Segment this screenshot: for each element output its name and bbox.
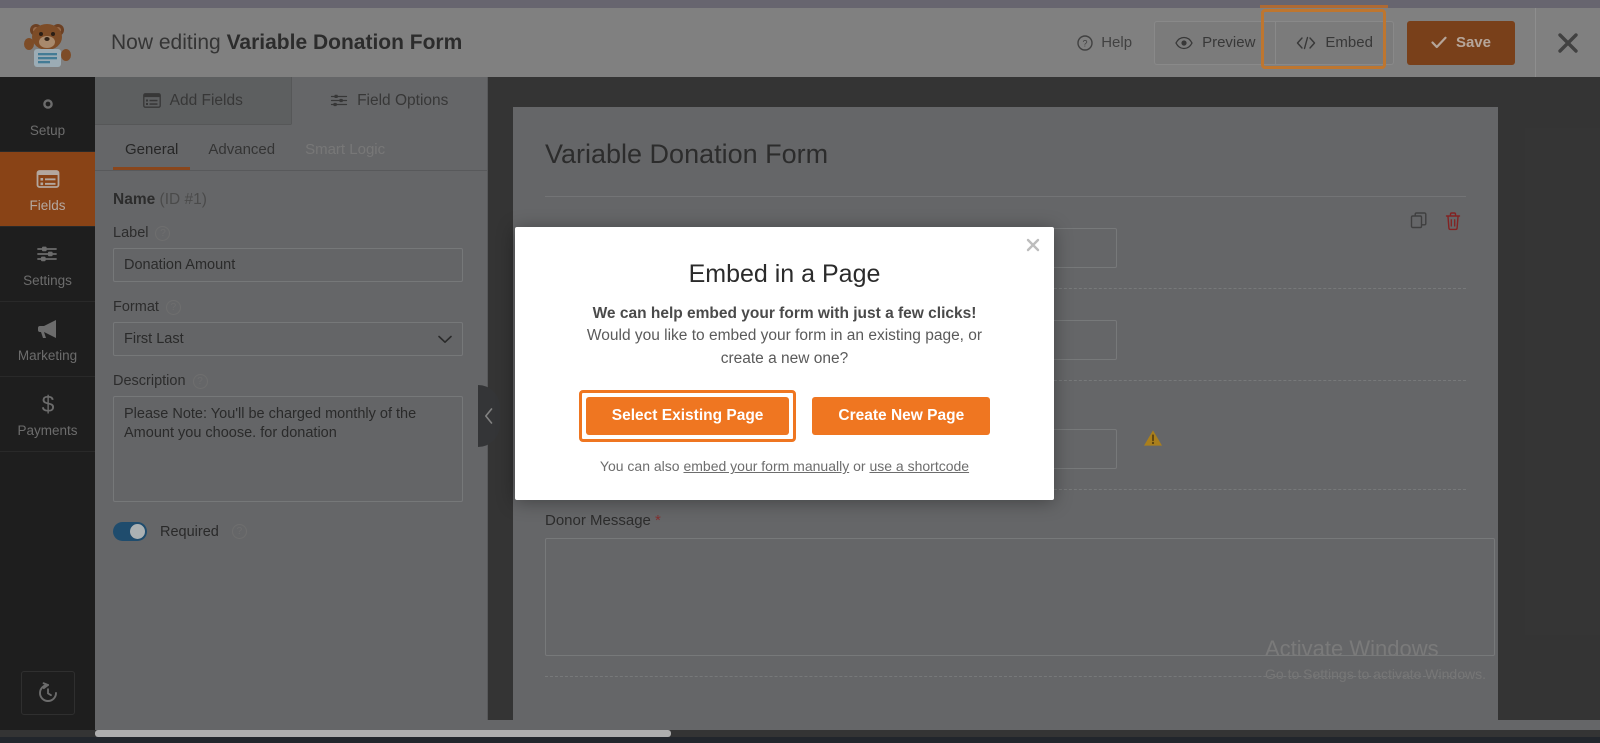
select-existing-page-button[interactable]: Select Existing Page [585, 397, 790, 436]
modal-button-row: Select Existing Page Create New Page [515, 390, 1054, 443]
modal-line-2: Would you like to embed your form in an … [586, 327, 983, 345]
use-shortcode-link[interactable]: use a shortcode [869, 458, 969, 474]
modal-footer-prefix: You can also [599, 458, 684, 475]
modal-line-1: We can help embed your form with just a … [592, 305, 977, 322]
modal-line-3: create a new one? [720, 349, 849, 367]
modal-description: We can help embed your form with just a … [515, 303, 1054, 370]
close-x-icon [1026, 238, 1040, 252]
create-new-page-button[interactable]: Create New Page [812, 397, 991, 436]
embed-in-page-modal: Embed in a Page We can help embed your f… [515, 227, 1054, 500]
modal-footer-middle: or [849, 458, 870, 475]
app-root: Now editing Variable Donation Form ? Hel… [0, 0, 1600, 743]
embed-manually-link[interactable]: embed your form manually [683, 458, 849, 474]
modal-footer: You can also embed your form manually or… [515, 458, 1054, 474]
modal-close-button[interactable] [1026, 238, 1040, 255]
select-existing-page-highlight: Select Existing Page [578, 390, 797, 443]
modal-title: Embed in a Page [688, 260, 881, 288]
